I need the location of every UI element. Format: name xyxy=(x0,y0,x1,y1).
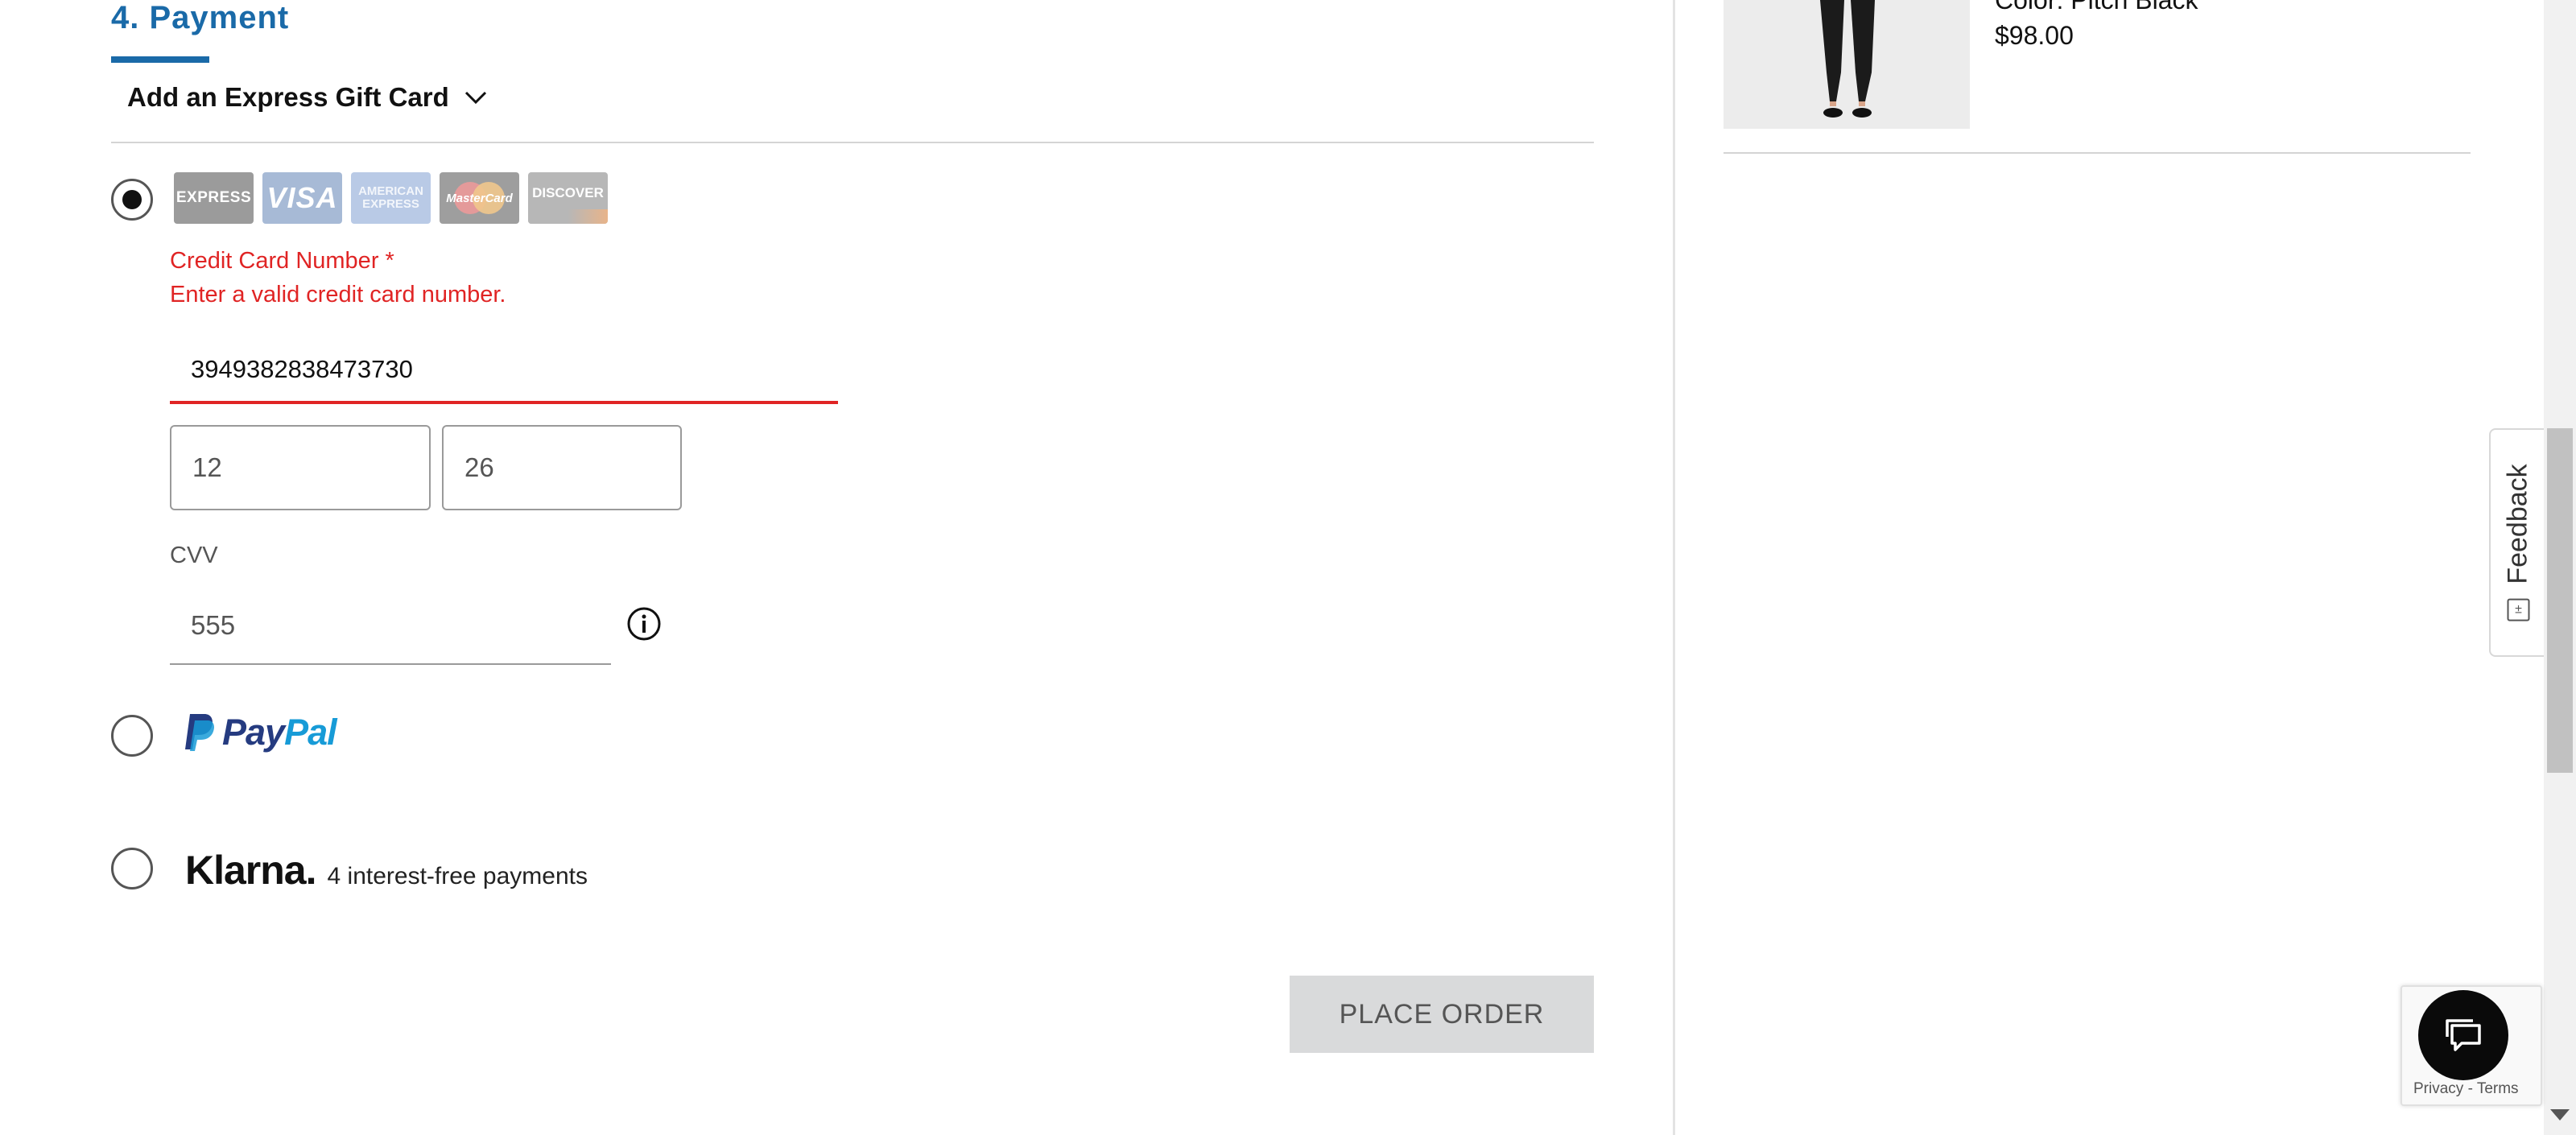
recaptcha-privacy-terms[interactable]: Privacy - Terms xyxy=(2413,1080,2519,1098)
klarna-description: 4 interest-free payments xyxy=(327,863,588,889)
paypal-logo: PayPal xyxy=(184,712,337,753)
mastercard-logo-text: MasterCard xyxy=(446,191,513,205)
discover-logo-text: DISCOVER xyxy=(532,185,604,200)
paypal-radio[interactable] xyxy=(111,715,153,757)
mastercard-logo: MasterCard xyxy=(440,172,519,224)
express-card-logo: EXPRESS xyxy=(174,172,254,224)
paypal-wordmark-pal: Pal xyxy=(284,712,337,753)
place-order-button[interactable]: PLACE ORDER xyxy=(1290,976,1594,1053)
chat-button[interactable] xyxy=(2418,990,2508,1080)
express-card-logo-text: EXPRESS xyxy=(175,189,252,206)
scroll-down-arrow-icon[interactable] xyxy=(2550,1109,2570,1121)
discover-logo: DISCOVER xyxy=(528,172,608,224)
credit-card-number-label: Credit Card Number * xyxy=(170,248,394,274)
expiration-month-input[interactable] xyxy=(170,425,431,510)
gift-card-toggle[interactable]: Add an Express Gift Card xyxy=(127,82,488,113)
column-divider xyxy=(1673,0,1675,1135)
expiration-year-input[interactable] xyxy=(442,425,682,510)
product-image[interactable] xyxy=(1724,0,1970,129)
klarna-option: Klarna. 4 interest-free payments xyxy=(185,847,588,894)
scrollbar-thumb[interactable] xyxy=(2547,428,2573,773)
feedback-tab[interactable]: ± Feedback xyxy=(2489,428,2545,657)
visa-logo-text: VISA xyxy=(266,181,338,214)
product-image-legs xyxy=(1724,0,1970,129)
paypal-wordmark-pay: Pay xyxy=(222,712,285,753)
klarna-radio[interactable] xyxy=(111,848,153,889)
feedback-icon: ± xyxy=(2507,598,2529,621)
divider xyxy=(111,142,1594,143)
gift-card-label: Add an Express Gift Card xyxy=(127,82,449,112)
amex-logo: AMERICAN EXPRESS xyxy=(351,172,431,224)
card-logos: EXPRESS VISA AMERICAN EXPRESS MasterCard… xyxy=(174,172,608,224)
product-color: Color: Pitch Black xyxy=(1995,0,2198,14)
summary-divider xyxy=(1724,152,2471,154)
klarna-logo: Klarna. xyxy=(185,848,317,893)
cvv-input[interactable] xyxy=(170,588,611,665)
credit-card-error-message: Enter a valid credit card number. xyxy=(170,282,506,307)
product-price: $98.00 xyxy=(1995,21,2074,50)
paypal-p-icon xyxy=(185,714,214,751)
paypal-wordmark: PayPal xyxy=(222,712,337,753)
section-title: 4. Payment xyxy=(111,0,290,35)
amex-logo-line2: EXPRESS xyxy=(362,197,419,211)
chat-icon xyxy=(2446,1019,2481,1051)
discover-logo-stripe xyxy=(528,209,608,224)
visa-logo: VISA xyxy=(262,172,342,224)
feedback-label: Feedback xyxy=(2502,464,2533,584)
amex-logo-line1: AMERICAN xyxy=(358,184,423,198)
chevron-down-icon xyxy=(464,91,486,105)
credit-card-radio[interactable] xyxy=(111,179,153,221)
credit-card-number-input[interactable] xyxy=(170,338,838,404)
cvv-label: CVV xyxy=(170,543,218,568)
info-icon[interactable] xyxy=(625,605,663,642)
radio-selected-dot xyxy=(122,190,142,209)
section-title-underline xyxy=(111,56,209,63)
